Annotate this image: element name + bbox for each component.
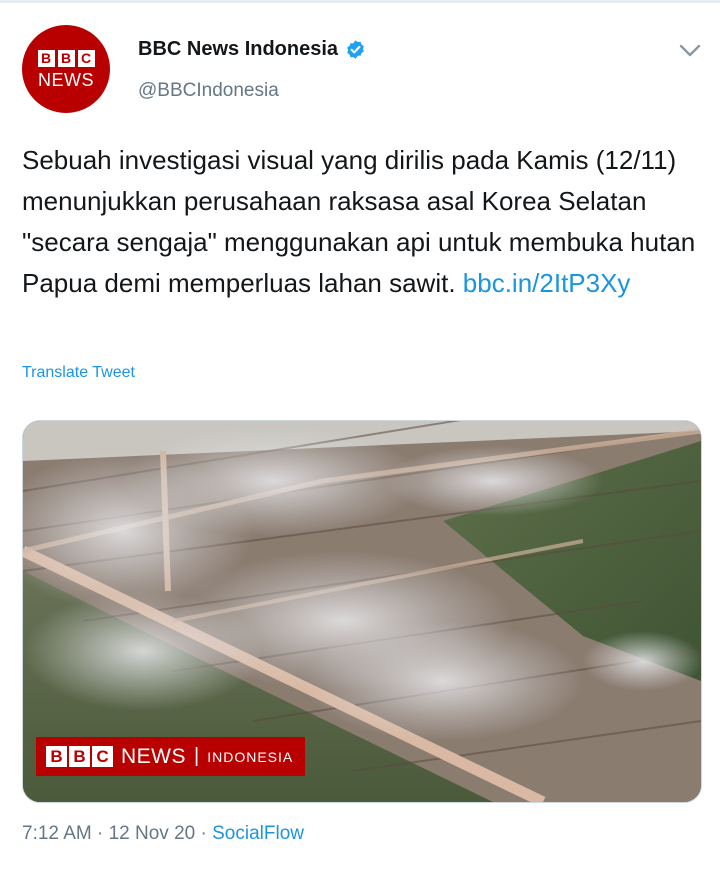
meta-separator: · bbox=[195, 823, 213, 844]
meta-separator: · bbox=[91, 823, 109, 844]
bbc-overlay-blocks: B B C bbox=[46, 746, 113, 767]
bbc-logo-blocks: B B C bbox=[37, 49, 95, 67]
avatar[interactable]: B B C NEWS bbox=[22, 25, 110, 113]
bbc-block-b1: B bbox=[37, 49, 55, 67]
overlay-news-text: NEWS bbox=[121, 744, 186, 768]
bbc-block-c: C bbox=[77, 49, 95, 67]
chevron-down-icon[interactable] bbox=[678, 42, 702, 60]
overlay-block-b1: B bbox=[46, 746, 67, 767]
user-handle[interactable]: @BBCIndonesia bbox=[138, 80, 279, 102]
avatar-news-text: NEWS bbox=[38, 69, 94, 90]
tweet-source-link[interactable]: SocialFlow bbox=[212, 823, 304, 844]
tweet-media-image[interactable]: B B C NEWS | INDONESIA bbox=[22, 420, 702, 803]
tweet-date[interactable]: 12 Nov 20 bbox=[109, 823, 196, 844]
overlay-block-b2: B bbox=[69, 746, 90, 767]
verified-badge-icon bbox=[347, 40, 364, 59]
tweet-metadata: 7:12 AM · 12 Nov 20 · SocialFlow bbox=[22, 823, 304, 845]
overlay-separator: | bbox=[194, 745, 200, 767]
translate-tweet-link[interactable]: Translate Tweet bbox=[22, 364, 135, 382]
tweet-time[interactable]: 7:12 AM bbox=[22, 823, 92, 844]
display-name[interactable]: BBC News Indonesia bbox=[138, 38, 338, 61]
overlay-region-text: INDONESIA bbox=[207, 748, 294, 765]
tweet-link[interactable]: bbc.in/2ItP3Xy bbox=[463, 268, 631, 298]
top-divider bbox=[0, 0, 720, 3]
display-name-row[interactable]: BBC News Indonesia bbox=[138, 38, 366, 61]
bbc-block-b2: B bbox=[57, 49, 75, 67]
overlay-block-c: C bbox=[92, 746, 113, 767]
bbc-news-indonesia-banner: B B C NEWS | INDONESIA bbox=[36, 737, 306, 776]
tweet-text: Sebuah investigasi visual yang dirilis p… bbox=[22, 140, 702, 304]
